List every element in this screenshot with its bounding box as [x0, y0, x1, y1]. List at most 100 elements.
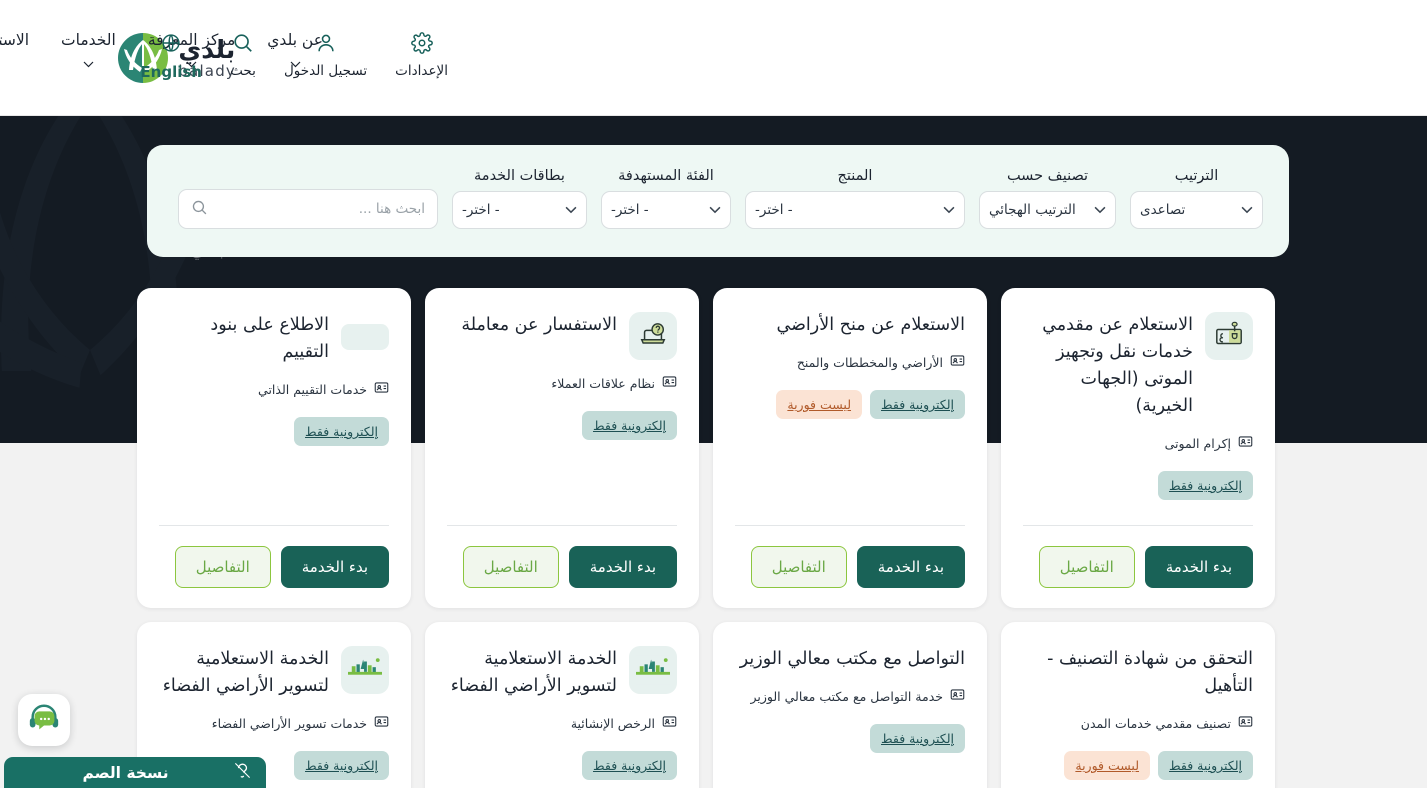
service-badges: إلكترونية فقط [735, 724, 965, 753]
service-card[interactable]: التواصل مع مكتب معالي الوزير خدمة التواص… [713, 622, 987, 788]
search-input[interactable] [216, 201, 425, 217]
filter-product-select[interactable]: - اختر- [745, 191, 965, 229]
status-badge[interactable]: ليست فورية [1064, 751, 1151, 780]
card-badge-icon [662, 714, 677, 733]
service-title: الخدمة الاستعلامية لتسوير الأراضي الفضاء [450, 649, 617, 696]
service-card[interactable]: الاستفسار عن معاملة نظام علاقات العملاء … [425, 288, 699, 608]
filter-product-value: - اختر- [755, 202, 793, 218]
language-switch-button[interactable]: English [126, 30, 216, 81]
card-header: التواصل مع مكتب معالي الوزير [735, 646, 965, 673]
service-title: الاستفسار عن معاملة [461, 315, 617, 335]
filter-sort-by-label: تصنيف حسب [1006, 168, 1089, 184]
start-service-button[interactable]: بدء الخدمة [1144, 546, 1253, 588]
service-badges: إلكترونية فقط ليست فورية [1023, 751, 1253, 780]
filter-order: الترتيب تصاعدى [1130, 168, 1263, 229]
start-service-button[interactable]: بدء الخدمة [856, 546, 965, 588]
language-label: English [140, 63, 202, 81]
service-card[interactable]: الاستعلام عن منح الأراضي الأراضي والمخطط… [713, 288, 987, 608]
headset-chat-icon [27, 701, 61, 739]
details-button[interactable]: التفاصيل [1038, 546, 1135, 588]
nav-item-inquiries[interactable]: الاستعلامات [0, 30, 45, 68]
image-placeholder-icon [341, 312, 389, 360]
filter-order-select[interactable]: تصاعدى [1130, 191, 1263, 229]
card-actions: بدء الخدمة التفاصيل [735, 546, 965, 588]
accessibility-support-button[interactable] [18, 694, 70, 746]
deaf-version-label: نسخة الصم [82, 763, 169, 782]
status-badge[interactable]: إلكترونية فقط [1158, 751, 1253, 780]
service-card[interactable]: الاستعلام عن مقدمي خدمات نقل وتجهيز المو… [1001, 288, 1275, 608]
service-title: التحقق من شهادة التصنيف - التأهيل [1047, 649, 1253, 696]
card-header: الاستعلام عن منح الأراضي [735, 312, 965, 339]
service-title: التواصل مع مكتب معالي الوزير [739, 649, 965, 669]
search-button[interactable]: بحث [216, 30, 270, 79]
status-badge[interactable]: ليست فورية [776, 390, 863, 419]
filter-order-value: تصاعدى [1140, 202, 1186, 218]
nav-item-label: الاستعلامات [0, 31, 30, 49]
service-category: خدمة التواصل مع مكتب معالي الوزير [735, 687, 965, 706]
service-category: خدمات تسوير الأراضي الفضاء [159, 714, 389, 733]
card-badge-icon [662, 374, 677, 393]
status-badge[interactable]: إلكترونية فقط [294, 417, 389, 446]
service-card[interactable]: الخدمة الاستعلامية لتسوير الأراضي الفضاء… [425, 622, 699, 788]
card-header: الاستعلام عن مقدمي خدمات نقل وتجهيز المو… [1023, 312, 1253, 420]
start-service-button[interactable]: بدء الخدمة [280, 546, 389, 588]
status-badge[interactable]: إلكترونية فقط [294, 751, 389, 780]
card-header: الاستفسار عن معاملة [447, 312, 677, 360]
nav-item-services[interactable]: الخدمات [45, 30, 132, 68]
settings-label: الإعدادات [395, 63, 448, 79]
card-badge-icon [374, 380, 389, 399]
search-input-wrapper[interactable] [178, 189, 438, 229]
service-category: إكرام الموتى [1023, 434, 1253, 453]
card-divider [447, 525, 677, 526]
service-title: الخدمة الاستعلامية لتسوير الأراضي الفضاء [162, 649, 329, 696]
service-title: الاطلاع على بنود التقييم [210, 315, 329, 362]
card-badge-icon [1238, 714, 1253, 733]
search-label: بحث [230, 63, 256, 79]
service-category-text: خدمات التقييم الذاتي [258, 382, 367, 397]
service-card[interactable]: الاطلاع على بنود التقييم خدمات التقييم ا… [137, 288, 411, 608]
deaf-version-button[interactable]: نسخة الصم [4, 757, 266, 788]
filter-target-group: الفئة المستهدفة - اختر- [601, 168, 731, 229]
city-skyline-icon [629, 646, 677, 694]
service-category-text: نظام علاقات العملاء [551, 376, 655, 391]
filter-order-label: الترتيب [1174, 168, 1219, 184]
status-badge[interactable]: إلكترونية فقط [582, 411, 677, 440]
card-header: الخدمة الاستعلامية لتسوير الأراضي الفضاء [447, 646, 677, 700]
card-badge-icon [1238, 434, 1253, 453]
filter-target-group-select[interactable]: - اختر- [601, 191, 731, 229]
gear-icon [410, 30, 433, 56]
service-card[interactable]: التحقق من شهادة التصنيف - التأهيل تصنيف … [1001, 622, 1275, 788]
details-button[interactable]: التفاصيل [750, 546, 847, 588]
service-category-text: تصنيف مقدمي خدمات المدن [1080, 716, 1231, 731]
card-badge-icon [374, 714, 389, 733]
status-badge[interactable]: إلكترونية فقط [1158, 471, 1253, 500]
card-header: الاطلاع على بنود التقييم [159, 312, 389, 366]
card-divider [159, 525, 389, 526]
service-category-text: خدمة التواصل مع مكتب معالي الوزير [750, 689, 943, 704]
laptop-question-icon [629, 312, 677, 360]
service-category-text: الرخص الإنشائية [570, 716, 655, 731]
settings-button[interactable]: الإعدادات [381, 30, 462, 79]
login-label: تسجيل الدخول [283, 63, 368, 79]
filter-sort-by-select[interactable]: الترتيب الهجائي [979, 191, 1116, 229]
filter-service-cards-select[interactable]: - اختر- [452, 191, 587, 229]
service-category-text: خدمات تسوير الأراضي الفضاء [211, 716, 367, 731]
search-icon [232, 30, 254, 56]
search-icon [191, 199, 208, 220]
status-badge[interactable]: إلكترونية فقط [870, 390, 965, 419]
details-button[interactable]: التفاصيل [462, 546, 559, 588]
service-category: خدمات التقييم الذاتي [159, 380, 389, 399]
status-badge[interactable]: إلكترونية فقط [870, 724, 965, 753]
status-badge[interactable]: إلكترونية فقط [582, 751, 677, 780]
card-badge-icon [950, 353, 965, 372]
login-button[interactable]: تسجيل الدخول [270, 30, 381, 79]
card-actions: بدء الخدمة التفاصيل [159, 546, 389, 588]
service-category: تصنيف مقدمي خدمات المدن [1023, 714, 1253, 733]
service-filter-panel: الترتيب تصاعدى تصنيف حسب الترتيب الهجائي… [147, 145, 1289, 257]
chevron-down-icon [83, 61, 94, 68]
card-badge-icon [950, 687, 965, 706]
details-button[interactable]: التفاصيل [174, 546, 271, 588]
service-category-text: إكرام الموتى [1164, 436, 1231, 451]
start-service-button[interactable]: بدء الخدمة [568, 546, 677, 588]
service-title: الاستعلام عن منح الأراضي [776, 315, 965, 335]
